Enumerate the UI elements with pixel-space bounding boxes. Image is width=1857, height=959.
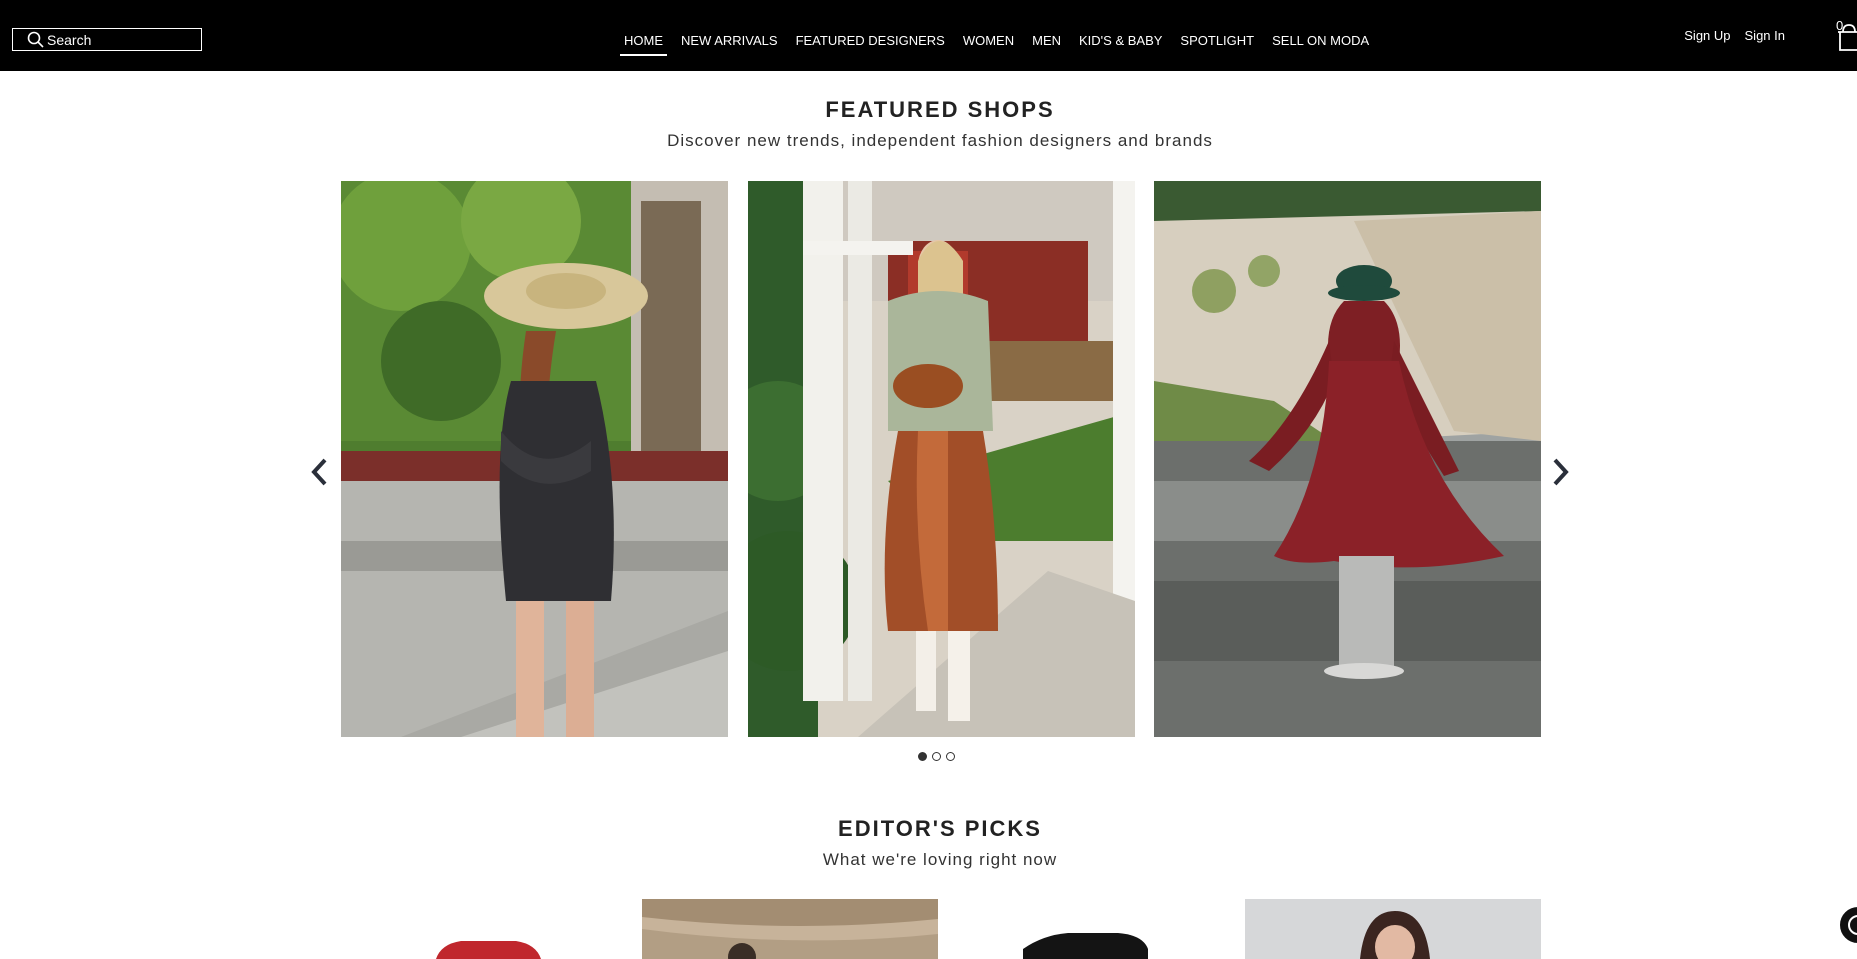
nav-featured-designers[interactable]: FEATURED DESIGNERS bbox=[792, 33, 949, 56]
featured-slide-1[interactable] bbox=[341, 181, 728, 737]
sign-up-link[interactable]: Sign Up bbox=[1684, 28, 1730, 43]
featured-shops-subtitle: Discover new trends, independent fashion… bbox=[667, 131, 1213, 150]
featured-shops-title: FEATURED SHOPS bbox=[825, 97, 1055, 122]
chat-widget-button[interactable] bbox=[1838, 905, 1857, 945]
nav-kids-baby[interactable]: KID'S & BABY bbox=[1075, 33, 1166, 56]
pick-photo-red-top bbox=[341, 899, 637, 959]
featured-slide-3[interactable] bbox=[1154, 181, 1541, 737]
featured-slide-2[interactable] bbox=[748, 181, 1135, 737]
carousel-dot-3[interactable] bbox=[946, 752, 955, 761]
carousel-prev-arrow[interactable] bbox=[305, 452, 335, 492]
nav-spotlight[interactable]: SPOTLIGHT bbox=[1176, 33, 1258, 56]
nav-home[interactable]: HOME bbox=[620, 33, 667, 56]
pick-photo-black-tee bbox=[943, 899, 1239, 959]
nav-new-arrivals[interactable]: NEW ARRIVALS bbox=[677, 33, 782, 56]
auth-links: Sign Up Sign In bbox=[1670, 28, 1785, 43]
search-box[interactable] bbox=[12, 28, 202, 51]
main-nav: HOME NEW ARRIVALS FEATURED DESIGNERS WOM… bbox=[620, 33, 1383, 56]
editors-picks-title: EDITOR'S PICKS bbox=[838, 816, 1042, 841]
editors-pick-2[interactable] bbox=[642, 899, 938, 959]
chat-icon bbox=[1848, 915, 1857, 935]
nav-sell-on-moda[interactable]: SELL ON MODA bbox=[1268, 33, 1373, 56]
slide-photo-hat-dress bbox=[341, 181, 728, 737]
carousel-dot-1[interactable] bbox=[918, 752, 927, 761]
pick-photo-portrait bbox=[1245, 899, 1541, 959]
search-input[interactable] bbox=[47, 31, 197, 48]
carousel-next-arrow[interactable] bbox=[1545, 452, 1575, 492]
carousel-pagination bbox=[918, 752, 960, 761]
carousel-dot-2[interactable] bbox=[932, 752, 941, 761]
sign-in-link[interactable]: Sign In bbox=[1745, 28, 1785, 43]
editors-picks-subtitle: What we're loving right now bbox=[822, 850, 1058, 869]
cart-button[interactable]: 0 bbox=[1832, 18, 1857, 52]
chevron-right-icon bbox=[1553, 458, 1569, 486]
editors-pick-4[interactable] bbox=[1245, 899, 1541, 959]
slide-photo-red-coat bbox=[1154, 181, 1541, 737]
pick-photo-rocks bbox=[642, 899, 938, 959]
search-icon bbox=[27, 31, 44, 48]
top-navigation-bar: HOME NEW ARRIVALS FEATURED DESIGNERS WOM… bbox=[0, 0, 1857, 71]
slide-photo-satin-skirt bbox=[748, 181, 1135, 737]
nav-women[interactable]: WOMEN bbox=[959, 33, 1018, 56]
editors-pick-1[interactable] bbox=[341, 899, 637, 959]
chevron-left-icon bbox=[311, 458, 327, 486]
nav-men[interactable]: MEN bbox=[1028, 33, 1065, 56]
editors-pick-3[interactable] bbox=[943, 899, 1239, 959]
cart-count-badge: 0 bbox=[1836, 18, 1844, 33]
